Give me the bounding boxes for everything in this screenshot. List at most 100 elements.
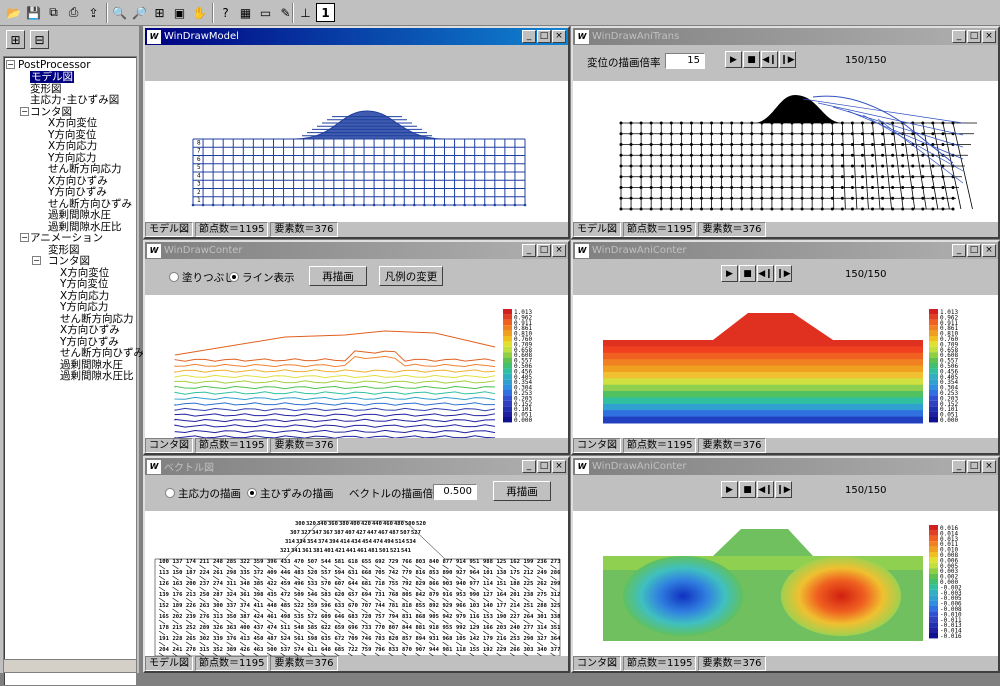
layout-icon[interactable]: ▦	[236, 3, 255, 22]
step-forward-button[interactable]: ❙▶	[775, 481, 792, 498]
play-button[interactable]: ▶	[721, 481, 738, 498]
tree-item[interactable]: コンタ図	[48, 255, 90, 267]
maximize-button[interactable]: □	[537, 30, 551, 43]
aniconter-titlebar[interactable]: W WinDrawAniConter _ □ ×	[573, 458, 998, 475]
minimize-button[interactable]: _	[522, 30, 536, 43]
step-back-button[interactable]: ◀❙	[757, 481, 774, 498]
step-back-button[interactable]: ◀❙	[757, 265, 774, 282]
play-button[interactable]: ▶	[725, 51, 742, 68]
tree-collapse-icon[interactable]: ⊟	[30, 30, 49, 49]
collapse-toggle-icon[interactable]: −	[6, 60, 15, 69]
tree-expand-icon[interactable]: ⊞	[6, 30, 25, 49]
minimize-button[interactable]: _	[952, 460, 966, 473]
close-button[interactable]: ×	[982, 30, 996, 43]
scale-input[interactable]: 15	[665, 53, 705, 69]
close-button[interactable]: ×	[982, 460, 996, 473]
tree-item[interactable]: コンタ図	[30, 106, 72, 118]
tree-item[interactable]: せん断方向ひずみ	[60, 347, 144, 359]
maximize-button[interactable]: □	[537, 460, 551, 473]
step-forward-button[interactable]: ❙▶	[775, 265, 792, 282]
tree-item[interactable]: せん断方向応力	[60, 313, 134, 325]
vector-canvas[interactable]: 100 137 174 211 248 285 322 359 396 433 470 507 544 5…	[145, 511, 568, 656]
maximize-button[interactable]: □	[967, 30, 981, 43]
help-icon[interactable]: ?	[216, 3, 235, 22]
redraw-button[interactable]: 再描画	[493, 481, 551, 501]
info-icon[interactable]: 1	[316, 3, 335, 22]
tree-item[interactable]: 主応力･主ひずみ図	[30, 94, 119, 106]
tree-item[interactable]: 過剰間隙水圧	[60, 359, 123, 371]
tree-item[interactable]: Y方向変位	[48, 129, 96, 141]
stop-button[interactable]: ■	[743, 51, 760, 68]
principal-strain-radio[interactable]	[247, 488, 257, 498]
collapse-toggle-icon[interactable]: −	[32, 256, 41, 265]
model-canvas[interactable]: 123 4567 8	[145, 81, 568, 222]
tree-item[interactable]: Y方向ひずみ	[60, 336, 119, 348]
minimize-button[interactable]: _	[522, 460, 536, 473]
line-radio[interactable]	[229, 272, 239, 282]
conter-canvas[interactable]: 1.013 0.962 0.911 0.861 0.810 0.760 0.709 0.658…	[145, 295, 568, 438]
close-button[interactable]: ×	[552, 460, 566, 473]
tree-item[interactable]: 変形図	[30, 83, 62, 95]
tree-item[interactable]: X方向変位	[48, 117, 97, 129]
minimize-button[interactable]: _	[522, 244, 536, 257]
copy-icon[interactable]: ⧉	[44, 3, 63, 22]
stop-button[interactable]: ■	[739, 481, 756, 498]
minimize-button[interactable]: _	[952, 244, 966, 257]
vector-scale-input[interactable]: 0.500	[433, 484, 477, 500]
tree-item[interactable]: 過剰間隙水圧比	[60, 370, 134, 382]
vector-window-titlebar[interactable]: W ベクトル図 _ □ ×	[145, 458, 568, 475]
principal-stress-radio[interactable]	[165, 488, 175, 498]
zoom-in-icon[interactable]: 🔍	[110, 3, 129, 22]
save-icon[interactable]: 💾	[24, 3, 43, 22]
minimize-button[interactable]: _	[952, 30, 966, 43]
fill-radio[interactable]	[169, 272, 179, 282]
tree-item[interactable]: アニメーション	[30, 232, 103, 244]
tree-item[interactable]: X方向応力	[48, 140, 97, 152]
folder-open-icon[interactable]: 📂	[4, 3, 23, 22]
tree-item[interactable]: せん断方向ひずみ	[48, 198, 132, 210]
anitrans-window-titlebar[interactable]: W WinDrawAniTrans _ □ ×	[573, 28, 998, 45]
maximize-button[interactable]: □	[967, 244, 981, 257]
tree-item[interactable]: X方向応力	[60, 290, 109, 302]
close-button[interactable]: ×	[982, 244, 996, 257]
card-icon[interactable]: ▭	[256, 3, 275, 22]
aniconter-titlebar[interactable]: W WinDrawAniConter _ □ ×	[573, 242, 998, 259]
close-button[interactable]: ×	[552, 30, 566, 43]
tree-item[interactable]: X方向変位	[60, 267, 109, 279]
tree-root[interactable]: PostProcessor	[18, 59, 91, 71]
axis-icon[interactable]: ⊥	[296, 3, 315, 22]
maximize-button[interactable]: □	[537, 244, 551, 257]
tree-item[interactable]: Y方向応力	[60, 301, 108, 313]
redraw-button[interactable]: 再描画	[309, 266, 367, 286]
play-button[interactable]: ▶	[721, 265, 738, 282]
tree-item[interactable]: 変形図	[48, 244, 80, 256]
stop-button[interactable]: ■	[739, 265, 756, 282]
hand-icon[interactable]: ✋	[190, 3, 209, 22]
aniconter-canvas[interactable]: 1.013 0.962 0.911 0.861 0.810 0.760 0.709 0.658…	[573, 295, 998, 438]
step-back-button[interactable]: ◀❙	[761, 51, 778, 68]
tree-item[interactable]: せん断方向応力	[48, 163, 122, 175]
tree-item[interactable]: X方向ひずみ	[60, 324, 120, 336]
tree-item[interactable]: Y方向変位	[60, 278, 108, 290]
close-button[interactable]: ×	[552, 244, 566, 257]
conter-window-titlebar[interactable]: W WinDrawConter _ □ ×	[145, 242, 568, 259]
zoom-out-icon[interactable]: 🔎	[130, 3, 149, 22]
export-icon[interactable]: ⇪	[84, 3, 103, 22]
aniconter2-canvas[interactable]: 0.016 0.014 0.013 0.011 0.010 0.008 0.006 0.005…	[573, 511, 998, 656]
tree-item[interactable]: Y方向ひずみ	[48, 186, 107, 198]
print-icon[interactable]: ⎙	[64, 3, 83, 22]
tree-item[interactable]: モデル図	[30, 71, 74, 83]
legend-change-button[interactable]: 凡例の変更	[379, 266, 443, 286]
maximize-button[interactable]: □	[967, 460, 981, 473]
collapse-toggle-icon[interactable]: −	[20, 233, 29, 242]
tree-item[interactable]: 過剰間隙水圧比	[48, 221, 122, 233]
tree-item[interactable]: 過剰間隙水圧	[48, 209, 111, 221]
tree-item[interactable]: X方向ひずみ	[48, 175, 108, 187]
fit-icon[interactable]: ⊞	[150, 3, 169, 22]
collapse-toggle-icon[interactable]: −	[20, 106, 29, 116]
model-window-titlebar[interactable]: W WinDrawModel _ □ ×	[145, 28, 568, 45]
anitrans-canvas[interactable]	[573, 81, 998, 222]
step-forward-button[interactable]: ❙▶	[779, 51, 796, 68]
tree-scrollbar[interactable]	[3, 659, 137, 673]
tree-item[interactable]: Y方向応力	[48, 152, 96, 164]
